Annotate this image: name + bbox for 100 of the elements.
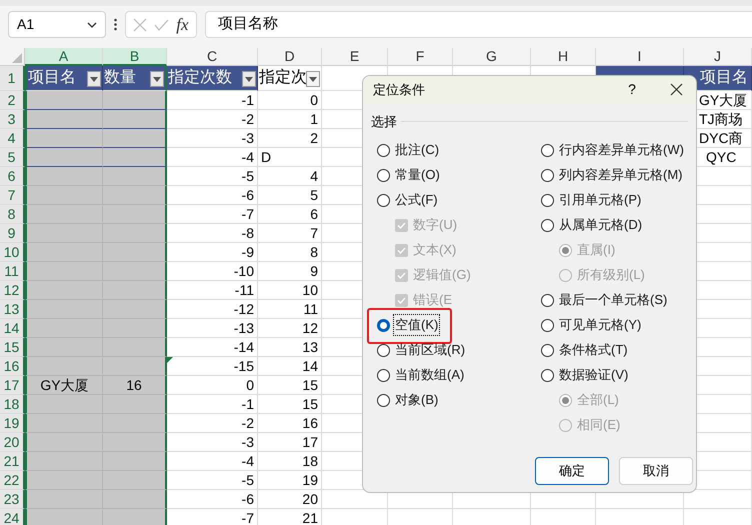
row-header[interactable]: 7	[0, 186, 25, 205]
column-header[interactable]: D	[258, 48, 322, 66]
radio-button[interactable]	[377, 344, 390, 356]
row-header[interactable]: 17	[0, 376, 25, 395]
row-header[interactable]: 22	[0, 471, 25, 490]
row-header[interactable]: 13	[0, 300, 25, 319]
table-cell: -6	[167, 490, 258, 509]
column-header[interactable]: I	[596, 48, 684, 66]
filter-button[interactable]	[87, 71, 101, 87]
check-icon	[397, 222, 406, 228]
row-header[interactable]: 10	[0, 243, 25, 262]
row-header[interactable]: 18	[0, 395, 25, 414]
table-cell: -10	[167, 262, 258, 281]
row-header[interactable]: 20	[0, 433, 25, 452]
table-cell	[103, 129, 167, 148]
option-label[interactable]: 数据验证(V)	[558, 365, 630, 385]
column-header[interactable]: H	[531, 48, 596, 66]
row-header[interactable]: 23	[0, 490, 25, 509]
more-icon[interactable]	[114, 18, 117, 31]
row-header[interactable]: 24	[0, 509, 25, 525]
table-cell: 16	[258, 414, 322, 433]
table-cell: -7	[167, 205, 258, 224]
dialog-button[interactable]: 确定	[535, 457, 609, 485]
table-cell: 11	[258, 300, 322, 319]
column-header[interactable]: B	[103, 48, 167, 66]
column-header[interactable]: A	[25, 48, 103, 66]
filter-button[interactable]	[242, 71, 256, 87]
table-cell: 0	[258, 91, 322, 110]
table-cell: 21	[258, 509, 322, 525]
radio-button[interactable]	[377, 194, 390, 206]
caret-icon	[245, 76, 253, 82]
radio-button[interactable]	[377, 168, 390, 182]
option-label[interactable]: 可见单元格(Y)	[558, 315, 642, 335]
filter-button[interactable]	[150, 71, 164, 87]
radio-button[interactable]	[541, 318, 554, 332]
insert-function-button[interactable]: fx	[176, 12, 189, 38]
row-header[interactable]: 12	[0, 281, 25, 300]
row-header[interactable]: 1	[0, 66, 25, 91]
row-header[interactable]: 15	[0, 338, 25, 357]
table-cell	[103, 148, 167, 167]
table-cell: 6	[258, 205, 322, 224]
option-label[interactable]: 当前区域(R)	[394, 340, 466, 360]
column-header[interactable]: G	[453, 48, 531, 66]
option-label[interactable]: 对象(B)	[394, 390, 440, 410]
column-title: 指定次数	[167, 70, 233, 86]
caret-icon	[309, 76, 317, 82]
table-cell	[103, 262, 167, 281]
radio-button[interactable]	[541, 368, 554, 382]
filter-button[interactable]	[306, 71, 320, 87]
help-button[interactable]: ?	[620, 79, 644, 100]
option-label[interactable]: 批注(C)	[394, 140, 440, 160]
name-box[interactable]: A1	[8, 11, 106, 38]
radio-button[interactable]	[541, 168, 554, 182]
row-header[interactable]: 14	[0, 319, 25, 338]
radio-button[interactable]	[541, 218, 554, 232]
row-header[interactable]: 21	[0, 452, 25, 471]
table-cell	[103, 110, 167, 129]
table-cell: GY大厦	[25, 376, 103, 395]
table-cell	[103, 433, 167, 452]
row-header[interactable]: 6	[0, 167, 25, 186]
table-cell	[103, 452, 167, 471]
radio-button[interactable]	[377, 394, 390, 406]
row-header[interactable]: 9	[0, 224, 25, 243]
column-header[interactable]: C	[167, 48, 258, 66]
option-label[interactable]: 条件格式(T)	[558, 340, 629, 360]
option-label[interactable]: 行内容差异单元格(W)	[558, 140, 685, 160]
row-header[interactable]: 3	[0, 110, 25, 129]
table-cell: -1	[167, 91, 258, 110]
dialog-button[interactable]: 取消	[619, 457, 693, 485]
check-icon[interactable]	[154, 18, 170, 30]
row-header[interactable]: 4	[0, 129, 25, 148]
option-label[interactable]: 常量(O)	[394, 165, 441, 185]
row-header[interactable]: 11	[0, 262, 25, 281]
table-cell: -12	[167, 300, 258, 319]
option-label[interactable]: 公式(F)	[394, 190, 439, 210]
option-label[interactable]: 空值(K)	[394, 315, 440, 335]
check-icon	[397, 296, 406, 304]
row-header[interactable]: 8	[0, 205, 25, 224]
row-header[interactable]: 5	[0, 148, 25, 167]
column-header[interactable]: F	[388, 48, 453, 66]
option-label[interactable]: 当前数组(A)	[394, 365, 466, 385]
column-header[interactable]: E	[322, 48, 388, 66]
row-header[interactable]: 19	[0, 414, 25, 433]
option-label[interactable]: 列内容差异单元格(M)	[558, 165, 684, 185]
radio-button[interactable]	[377, 144, 390, 156]
column-header[interactable]: J	[684, 48, 752, 66]
table-cell	[103, 490, 167, 509]
option-label[interactable]: 最后一个单元格(S)	[558, 290, 668, 310]
row-header[interactable]: 16	[0, 357, 25, 376]
radio-button[interactable]	[541, 344, 554, 356]
table-cell: D	[258, 148, 322, 167]
radio-button[interactable]	[541, 294, 554, 306]
radio-button[interactable]	[377, 368, 390, 382]
radio-button[interactable]	[541, 144, 554, 156]
row-header[interactable]: 2	[0, 91, 25, 110]
radio-button[interactable]	[541, 194, 554, 206]
table-cell	[103, 186, 167, 205]
option-label[interactable]: 引用单元格(P)	[558, 190, 642, 210]
radio-button[interactable]	[377, 318, 390, 332]
option-label[interactable]: 从属单元格(D)	[558, 215, 644, 235]
